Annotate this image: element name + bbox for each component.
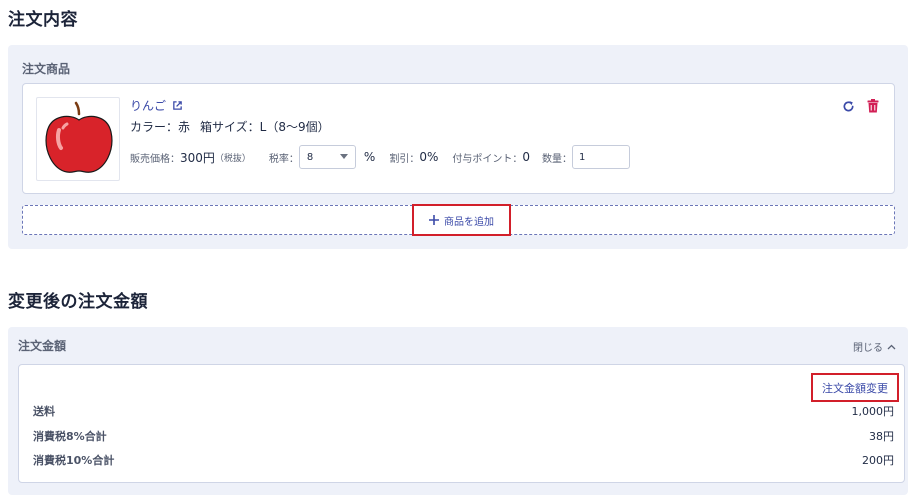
- product-box-size: 箱サイズ：L（8〜9個）: [200, 120, 330, 134]
- shipping-label: 送料: [33, 405, 55, 418]
- product-name-link[interactable]: りんご: [130, 97, 183, 114]
- discount-label: 割引：: [389, 153, 420, 165]
- add-product-label: 商品を追加: [444, 216, 494, 228]
- order-amount-panel: 注文金額 閉じる 注文金額変更 送料 1,000円 消費税8%合計 38円 消費…: [8, 327, 908, 495]
- chevron-up-icon: [887, 344, 896, 349]
- price-label: 販売価格：: [130, 153, 180, 165]
- change-order-amount-button[interactable]: 注文金額変更: [811, 373, 899, 402]
- product-color: カラー：赤: [130, 120, 191, 134]
- price-note: （税抜）: [214, 153, 251, 164]
- trash-icon: [867, 99, 879, 113]
- tax8-value: 38円: [869, 430, 894, 443]
- refresh-button[interactable]: [840, 98, 856, 114]
- order-contents-title: 注文内容: [8, 10, 78, 30]
- points-value: 0: [522, 150, 531, 164]
- tax-rate-select[interactable]: 8: [298, 145, 356, 169]
- product-image: [36, 97, 120, 181]
- add-product-button[interactable]: 商品を追加: [412, 204, 511, 236]
- order-amount-label: 注文金額: [18, 339, 67, 353]
- tax10-label: 消費税10%合計: [33, 454, 115, 467]
- caret-down-icon: [339, 154, 348, 159]
- points-label: 付与ポイント：: [452, 153, 523, 165]
- refresh-icon: [843, 100, 854, 111]
- add-product-zone: 商品を追加: [22, 204, 895, 236]
- quantity-input[interactable]: 1: [572, 145, 631, 169]
- summary-row-tax10: 消費税10%合計 200円: [33, 452, 894, 468]
- shipping-value: 1,000円: [851, 405, 895, 418]
- tax-label: 税率：: [268, 153, 299, 165]
- product-attributes: カラー：赤 箱サイズ：L（8〜9個）: [130, 118, 330, 135]
- product-name: りんご: [130, 99, 167, 113]
- quantity-value: 1: [579, 151, 586, 163]
- order-amount-card: 注文金額変更 送料 1,000円 消費税8%合計 38円 消費税10%合計 20…: [18, 364, 905, 483]
- tax10-value: 200円: [862, 454, 894, 467]
- summary-row-shipping: 送料 1,000円: [33, 403, 894, 419]
- collapse-label: 閉じる: [853, 343, 883, 354]
- order-products-panel: 注文商品 りんご カラー：赤 箱サイズ：L（8〜9個） 販売価格： 300円 （: [8, 45, 908, 249]
- tax-unit: %: [363, 150, 376, 164]
- collapse-button[interactable]: 閉じる: [853, 339, 896, 354]
- price-value: 300円: [180, 150, 215, 165]
- apple-icon: [45, 101, 113, 173]
- plus-icon: [429, 215, 439, 225]
- change-order-amount-label: 注文金額変更: [822, 381, 888, 395]
- quantity-label: 数量：: [542, 153, 573, 165]
- discount-value: 0%: [419, 150, 439, 164]
- external-link-icon: [173, 101, 182, 110]
- product-card: りんご カラー：赤 箱サイズ：L（8〜9個） 販売価格： 300円 （税抜） 税…: [22, 83, 895, 194]
- delete-button[interactable]: [865, 98, 881, 114]
- summary-row-tax8: 消費税8%合計 38円: [33, 428, 894, 444]
- tax8-label: 消費税8%合計: [33, 430, 107, 443]
- order-products-label: 注文商品: [22, 62, 71, 76]
- order-amount-title: 変更後の注文金額: [8, 292, 148, 312]
- product-fields-row: 販売価格： 300円 （税抜） 税率： 8 % 割引： 0% 付与ポイント： 0…: [130, 145, 631, 169]
- tax-rate-value: 8: [306, 151, 314, 163]
